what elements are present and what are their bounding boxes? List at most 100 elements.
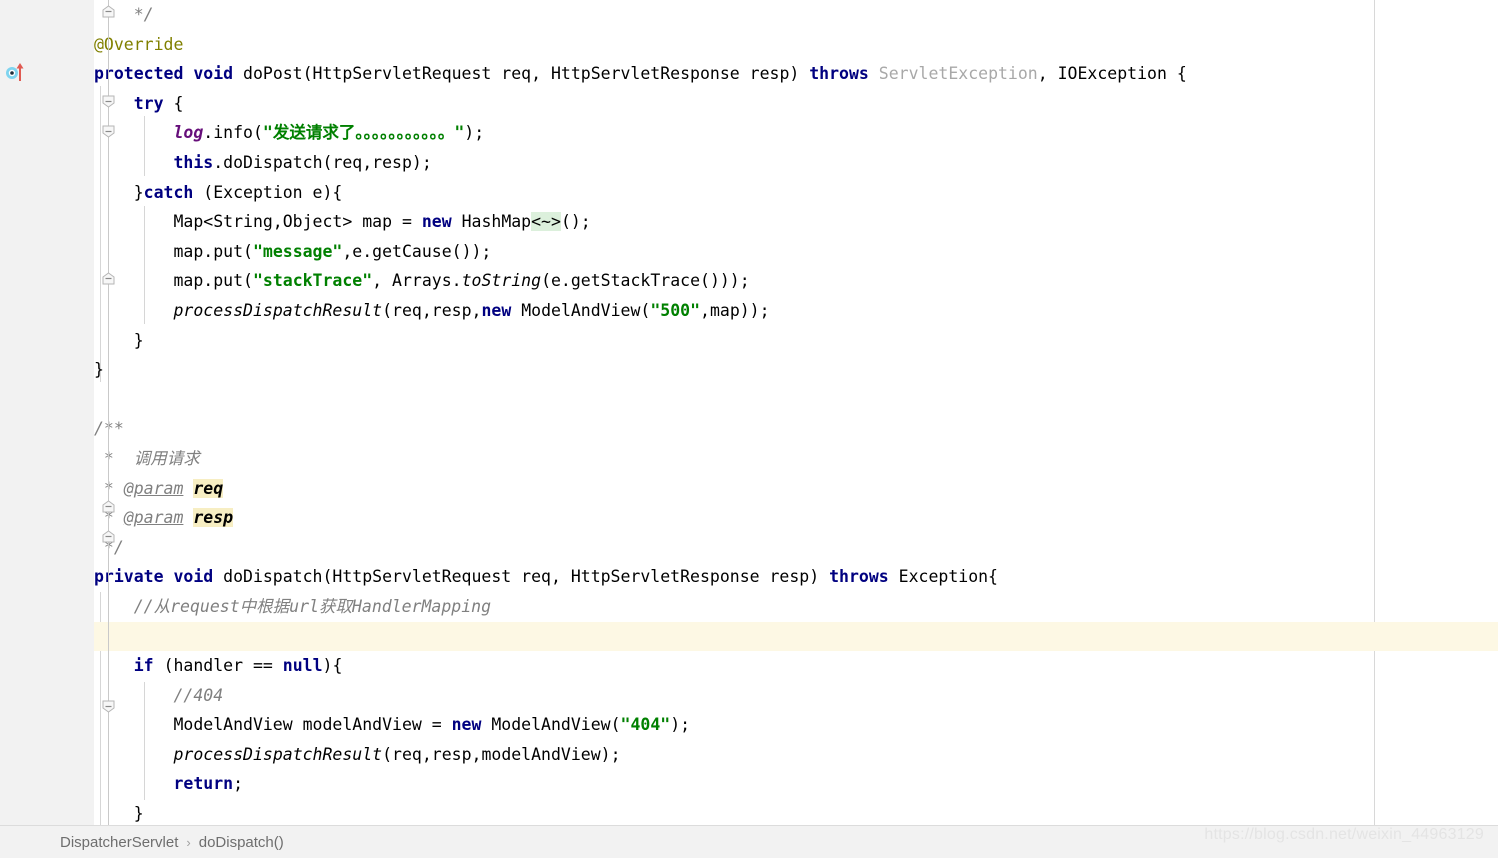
- breadcrumb-item[interactable]: doDispatch(): [199, 834, 284, 851]
- code-token: }: [94, 804, 144, 824]
- breadcrumb-separator-icon: ›: [186, 834, 191, 850]
- code-token: );: [464, 123, 485, 143]
- fold-end-icon[interactable]: [102, 530, 115, 543]
- code-line[interactable]: protected void doPost(HttpServletRequest…: [94, 59, 1498, 89]
- code-line[interactable]: this.doDispatch(req,resp);: [94, 148, 1498, 178]
- code-token: doDispatch(HttpServletRequest req, HttpS…: [223, 567, 830, 587]
- code-token: ;: [233, 774, 244, 794]
- code-token: toString: [461, 271, 542, 291]
- code-token: (handler ==: [163, 656, 283, 676]
- fold-end-icon[interactable]: [102, 272, 115, 285]
- code-token: , IOException {: [1037, 64, 1187, 84]
- breadcrumb-item[interactable]: DispatcherServlet: [60, 834, 178, 851]
- code-token: ();: [560, 212, 591, 232]
- fold-end-icon[interactable]: [102, 5, 115, 18]
- code-line[interactable]: /**: [94, 414, 1498, 444]
- code-line[interactable]: [94, 385, 1498, 415]
- code-token: }: [94, 360, 104, 380]
- code-line[interactable]: map.put("stackTrace", Arrays.toString(e.…: [94, 266, 1498, 296]
- current-line-highlight: [0, 622, 1498, 651]
- code-token: new: [481, 300, 522, 320]
- code-token: ,e.getCause());: [342, 241, 492, 261]
- code-token: ){: [322, 656, 343, 676]
- code-token: HashMap: [461, 212, 532, 232]
- code-line[interactable]: private void doDispatch(HttpServletReque…: [94, 562, 1498, 592]
- fold-end-icon[interactable]: [102, 500, 115, 513]
- code-line[interactable]: processDispatchResult(req,resp,new Model…: [94, 296, 1498, 326]
- code-token: protected void: [94, 64, 244, 84]
- code-token: "404": [620, 715, 671, 735]
- code-token: map.put(: [94, 241, 253, 261]
- fold-start-icon[interactable]: [102, 700, 115, 713]
- code-line[interactable]: * @param resp: [94, 503, 1498, 533]
- code-token: <~>: [531, 212, 561, 232]
- code-token: @param: [123, 508, 184, 528]
- code-token: log: [173, 123, 204, 143]
- code-line[interactable]: }: [94, 799, 1498, 825]
- code-token: null: [282, 656, 323, 676]
- code-line[interactable]: Map<String,Object> map = new HashMap<~>(…: [94, 207, 1498, 237]
- code-token: processDispatchResult: [173, 300, 383, 320]
- breadcrumb[interactable]: DispatcherServlet › doDispatch(): [60, 826, 284, 858]
- fold-start-icon[interactable]: [102, 95, 115, 108]
- code-token: );: [670, 715, 691, 735]
- code-line[interactable]: return;: [94, 769, 1498, 799]
- code-token: @param: [123, 478, 184, 498]
- code-line[interactable]: map.put("message",e.getCause());: [94, 237, 1498, 267]
- code-canvas[interactable]: */@Override protected void doPost(HttpSer…: [94, 0, 1498, 825]
- code-token: try: [133, 93, 174, 113]
- code-text-layer[interactable]: */@Override protected void doPost(HttpSer…: [94, 0, 1498, 825]
- code-line[interactable]: */: [94, 0, 1498, 30]
- code-line[interactable]: ModelAndView modelAndView = new ModelAnd…: [94, 710, 1498, 740]
- code-line[interactable]: @Override: [94, 30, 1498, 60]
- code-token: processDispatchResult: [173, 744, 383, 764]
- fold-start-icon[interactable]: [102, 125, 115, 138]
- overriding-method-icon[interactable]: [6, 62, 28, 82]
- code-token: "500": [650, 300, 701, 320]
- code-line[interactable]: }catch (Exception e){: [94, 178, 1498, 208]
- code-token: }: [94, 182, 144, 202]
- code-token: private void: [94, 567, 224, 587]
- code-token: .info(: [203, 123, 263, 143]
- code-token: "发送请求了。。。。。。。。。。。": [262, 123, 465, 143]
- code-line[interactable]: }: [94, 326, 1498, 356]
- code-token: if: [133, 656, 164, 676]
- code-line[interactable]: //404: [94, 681, 1498, 711]
- code-token: "message": [252, 241, 343, 261]
- code-line[interactable]: try {: [94, 89, 1498, 119]
- code-token: (e.getStackTrace()));: [541, 271, 750, 291]
- code-line[interactable]: if (handler == null){: [94, 651, 1498, 681]
- code-line[interactable]: * 调用请求: [94, 444, 1498, 474]
- code-editor: */@Override protected void doPost(HttpSer…: [0, 0, 1498, 858]
- code-token: req: [193, 478, 224, 498]
- code-token: , Arrays.: [372, 271, 462, 291]
- code-token: new: [451, 715, 492, 735]
- editor-gutter[interactable]: [0, 0, 62, 825]
- code-token: resp: [193, 508, 234, 528]
- code-line[interactable]: processDispatchResult(req,resp,modelAndV…: [94, 740, 1498, 770]
- code-token: doPost(HttpServletRequest req, HttpServl…: [243, 64, 810, 84]
- watermark: https://blog.csdn.net/weixin_44963129: [1204, 826, 1484, 843]
- code-line[interactable]: //从request中根据url获取HandlerMapping: [94, 592, 1498, 622]
- code-token: *: [94, 448, 134, 468]
- code-token: ModelAndView(: [491, 715, 621, 735]
- code-line[interactable]: * @param req: [94, 474, 1498, 504]
- code-line[interactable]: */: [94, 533, 1498, 563]
- code-token: Map<String,Object> map =: [94, 212, 422, 232]
- code-line[interactable]: log.info("发送请求了。。。。。。。。。。。");: [94, 118, 1498, 148]
- code-token: (Exception e){: [203, 182, 343, 202]
- code-token: throws: [809, 64, 879, 84]
- code-token: throws: [829, 567, 899, 587]
- code-line[interactable]: }: [94, 355, 1498, 385]
- code-token: map.put(: [94, 271, 253, 291]
- code-token: {: [173, 93, 184, 113]
- code-folding-strip[interactable]: [62, 0, 115, 825]
- code-token: return: [173, 774, 234, 794]
